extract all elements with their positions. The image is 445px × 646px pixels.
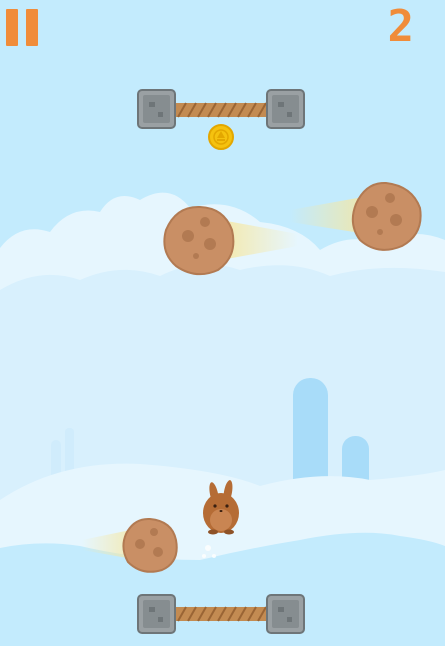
dust-puff [202,545,216,558]
bunny-icon [203,480,239,535]
game-stage[interactable]: 2 [0,0,445,646]
score-counter: 2 [387,1,415,52]
pause-icon [6,9,18,46]
pause-icon-bar [26,9,38,46]
player-bunny [202,480,239,558]
pause-button[interactable] [6,9,38,46]
